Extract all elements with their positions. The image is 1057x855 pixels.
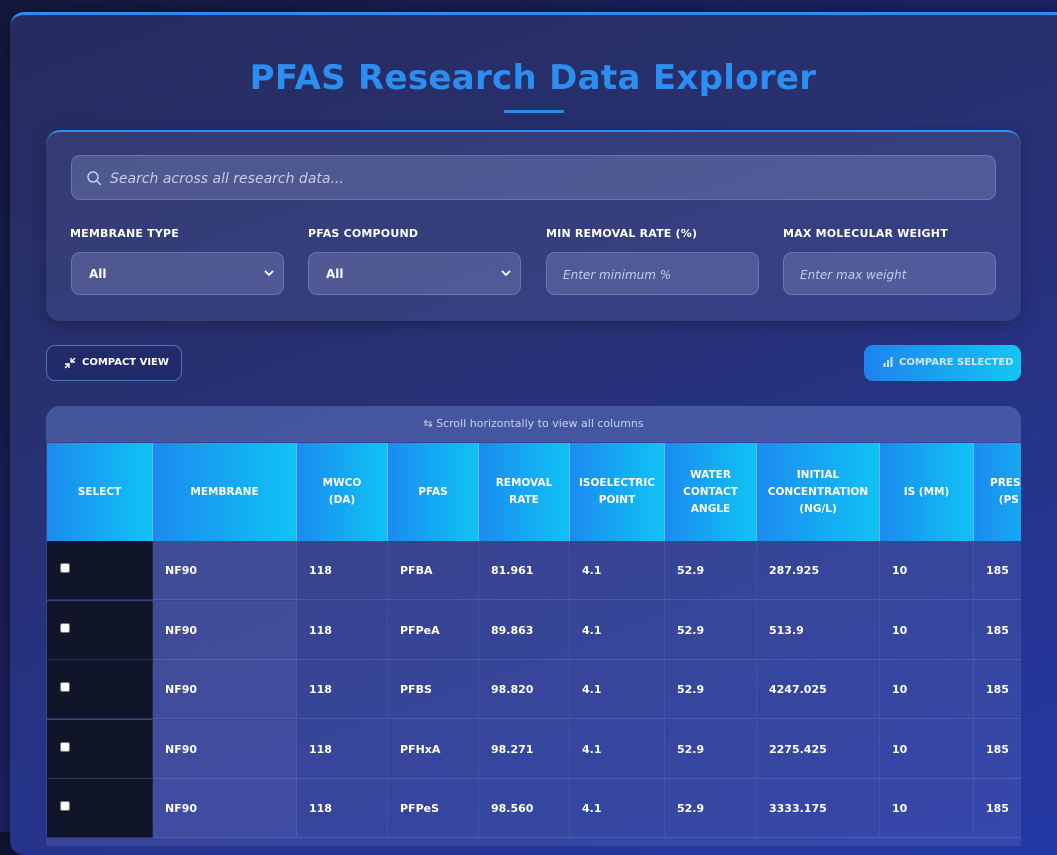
membrane-type-label: MEMBRANE TYPE: [70, 227, 179, 240]
compress-icon: [64, 357, 76, 369]
search-input[interactable]: [108, 156, 992, 201]
cell-pfas-col: PFBS: [388, 660, 479, 719]
row-select-checkbox[interactable]: [60, 622, 70, 633]
cell-pfas-col: PFHxA: [388, 719, 479, 779]
cell-isoelectric-col: 4.1: [570, 541, 665, 600]
select-cell: [47, 600, 153, 660]
pfas-compound-label: PFAS COMPOUND: [308, 227, 419, 240]
page-title: PFAS Research Data Explorer: [249, 58, 817, 98]
cell-contact-angle-col: 52.9: [665, 779, 757, 838]
cell-membrane-col: NF90: [153, 541, 297, 600]
scroll-hint: ⇆ Scroll horizontally to view all column…: [46, 406, 1021, 442]
column-header-pfas-col[interactable]: PFAS: [388, 443, 479, 541]
membrane-type-value: All: [89, 267, 107, 281]
chevron-down-icon: [264, 270, 274, 277]
data-table-container[interactable]: ⇆ Scroll horizontally to view all column…: [46, 406, 1021, 846]
cell-pressure-col: 185: [974, 720, 1021, 779]
compact-view-button[interactable]: COMPACT VIEW: [46, 345, 182, 381]
cell-contact-angle-col: 52.9: [665, 541, 757, 600]
row-select-checkbox[interactable]: [60, 741, 70, 752]
max-mw-field[interactable]: [783, 252, 996, 296]
cell-is-col: 10: [880, 660, 974, 719]
cell-initial-concentration-col: 3333.175: [757, 779, 880, 838]
compare-selected-label: COMPARE SELECTED: [899, 357, 1014, 368]
cell-is-col: 10: [880, 779, 974, 838]
cell-pressure-col: 185: [974, 779, 1021, 838]
search-icon: [87, 171, 102, 186]
max-mw-label: MAX MOLECULAR WEIGHT: [783, 227, 948, 240]
compare-selected-button[interactable]: COMPARE SELECTED: [864, 345, 1021, 381]
min-removal-input[interactable]: [561, 253, 750, 296]
cell-contact-angle-col: 52.9: [665, 719, 757, 779]
cell-mwco-col: 118: [297, 660, 388, 719]
select-cell: [47, 660, 153, 719]
min-removal-field[interactable]: [546, 252, 759, 296]
cell-removal-rate-col: 89.863: [479, 600, 570, 660]
min-removal-label: MIN REMOVAL RATE (%): [546, 227, 698, 240]
cell-pfas-col: PFPeA: [388, 600, 479, 660]
cell-membrane-col: NF90: [153, 660, 297, 719]
cell-pfas-col: PFBA: [388, 541, 479, 600]
cell-pressure-col: 185: [974, 660, 1021, 719]
column-header-initial-concentration-col[interactable]: INITIAL CONCENTRATION (NG/L): [757, 443, 880, 541]
cell-removal-rate-col: 81.961: [479, 541, 570, 600]
cell-removal-rate-col: 98.820: [479, 660, 570, 719]
column-header-is-col[interactable]: IS (MM): [880, 443, 974, 541]
row-select-checkbox[interactable]: [60, 682, 70, 692]
table-row[interactable]: NF90 118 PFBA 81.961 4.1 52.9 287.925 10 185: [47, 541, 1021, 600]
cell-isoelectric-col: 4.1: [570, 600, 665, 660]
table-row[interactable]: NF90 118 PFHxA 98.271 4.1 52.9 2275.425 10 185: [47, 719, 1021, 779]
pfas-compound-value: All: [326, 267, 344, 281]
cell-membrane-col: NF90: [153, 719, 297, 779]
cell-initial-concentration-col: 287.925: [757, 541, 880, 600]
title-underline: [504, 110, 564, 113]
table-row[interactable]: NF90 118 PFPeA 89.863 4.1 52.9 513.9 10 185: [47, 600, 1021, 660]
bar-chart-icon: [883, 357, 893, 367]
cell-isoelectric-col: 4.1: [570, 660, 665, 719]
cell-pressure-col: 185: [974, 601, 1021, 660]
select-cell: [47, 541, 153, 600]
table-header-row: SELECT MEMBRANE MWCO (DA) PFAS REMOVAL RATE I…: [47, 443, 1021, 541]
cell-mwco-col: 118: [297, 600, 388, 660]
search-box[interactable]: [71, 155, 996, 201]
cell-removal-rate-col: 98.560: [479, 779, 570, 838]
column-header-isoelectric-col[interactable]: ISOELECTRIC POINT: [570, 443, 665, 541]
cell-contact-angle-col: 52.9: [665, 660, 757, 719]
select-cell: [47, 779, 153, 838]
select-cell: [47, 719, 153, 779]
cell-is-col: 10: [880, 541, 974, 600]
cell-is-col: 10: [880, 719, 974, 779]
pfas-compound-select[interactable]: All: [308, 252, 521, 295]
cell-membrane-col: NF90: [153, 600, 297, 660]
chevron-down-icon: [501, 270, 511, 277]
column-header-pressure-col[interactable]: PRESS (PS: [974, 443, 1021, 541]
cell-mwco-col: 118: [297, 779, 388, 838]
cell-is-col: 10: [880, 600, 974, 660]
cell-removal-rate-col: 98.271: [479, 719, 570, 779]
cell-isoelectric-col: 4.1: [570, 779, 665, 838]
column-header-contact-angle-col[interactable]: WATER CONTACT ANGLE: [665, 443, 757, 541]
cell-mwco-col: 118: [297, 719, 388, 779]
cell-membrane-col: NF90: [153, 779, 297, 838]
row-select-checkbox[interactable]: [60, 563, 70, 573]
cell-mwco-col: 118: [297, 541, 388, 600]
column-header-removal-rate-col[interactable]: REMOVAL RATE: [479, 443, 570, 541]
column-header-membrane-col[interactable]: MEMBRANE: [153, 443, 297, 541]
cell-initial-concentration-col: 2275.425: [757, 719, 880, 779]
cell-initial-concentration-col: 4247.025: [757, 660, 880, 719]
column-header-mwco-col[interactable]: MWCO (DA): [297, 443, 388, 541]
table-row[interactable]: NF90 118 PFBS 98.820 4.1 52.9 4247.025 10 185: [47, 660, 1021, 719]
compact-view-label: COMPACT VIEW: [82, 357, 169, 368]
table-row[interactable]: NF90 118 PFPeS 98.560 4.1 52.9 3333.175 10 185: [47, 779, 1021, 838]
membrane-type-select[interactable]: All: [71, 252, 284, 295]
row-select-checkbox[interactable]: [60, 801, 70, 811]
max-mw-input[interactable]: [798, 253, 987, 296]
cell-initial-concentration-col: 513.9: [757, 600, 880, 660]
cell-contact-angle-col: 52.9: [665, 600, 757, 660]
cell-pressure-col: 185: [974, 541, 1021, 600]
cell-isoelectric-col: 4.1: [570, 719, 665, 779]
cell-pfas-col: PFPeS: [388, 779, 479, 838]
column-header-select-col[interactable]: SELECT: [47, 443, 153, 541]
